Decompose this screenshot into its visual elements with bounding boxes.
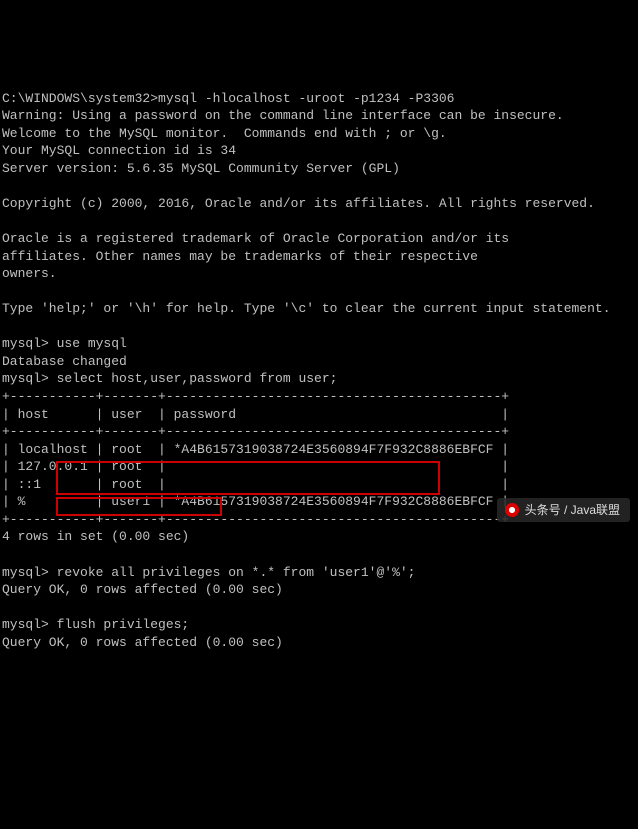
trademark-line-3: owners. xyxy=(2,266,57,281)
prompt-line[interactable]: C:\WINDOWS\system32>mysql -hlocalhost -u… xyxy=(2,91,454,106)
flush-line[interactable]: mysql> flush privileges; xyxy=(2,617,189,632)
mysql-prompt: mysql> xyxy=(2,565,49,580)
trademark-line-2: affiliates. Other names may be trademark… xyxy=(2,249,478,264)
db-changed-line: Database changed xyxy=(2,354,127,369)
trademark-line-1: Oracle is a registered trademark of Orac… xyxy=(2,231,509,246)
blank-line xyxy=(2,214,10,229)
table-border-bot: +-----------+-------+-------------------… xyxy=(2,512,509,527)
blank-line xyxy=(2,319,10,334)
revoke-line[interactable]: mysql> revoke all privileges on *.* from… xyxy=(2,565,415,580)
copyright-line: Copyright (c) 2000, 2016, Oracle and/or … xyxy=(2,196,595,211)
blank-line xyxy=(2,600,10,615)
rows-in-set-line: 4 rows in set (0.00 sec) xyxy=(2,529,189,544)
welcome-line: Welcome to the MySQL monitor. Commands e… xyxy=(2,126,447,141)
blank-line xyxy=(2,178,10,193)
use-command: use mysql xyxy=(49,336,127,351)
mysql-prompt: mysql> xyxy=(2,617,49,632)
table-row: | 127.0.0.1 | root | | xyxy=(2,459,509,474)
warning-line: Warning: Using a password on the command… xyxy=(2,108,564,123)
watermark-logo-icon xyxy=(505,503,519,517)
blank-line xyxy=(2,284,10,299)
watermark-text: 头条号 / Java联盟 xyxy=(525,502,620,518)
table-header: | host | user | password | xyxy=(2,407,509,422)
mysql-prompt: mysql> xyxy=(2,371,49,386)
table-row: | ::1 | root | | xyxy=(2,477,509,492)
select-line[interactable]: mysql> select host,user,password from us… xyxy=(2,371,337,386)
select-command: select host,user,password from user; xyxy=(49,371,338,386)
mysql-prompt: mysql> xyxy=(2,336,49,351)
query-ok-line: Query OK, 0 rows affected (0.00 sec) xyxy=(2,635,283,650)
table-border-mid: +-----------+-------+-------------------… xyxy=(2,424,509,439)
server-version-line: Server version: 5.6.35 MySQL Community S… xyxy=(2,161,400,176)
prompt-path: C:\WINDOWS\system32> xyxy=(2,91,158,106)
login-command: mysql -hlocalhost -uroot -p1234 -P3306 xyxy=(158,91,454,106)
blank-line xyxy=(2,547,10,562)
use-db-line[interactable]: mysql> use mysql xyxy=(2,336,127,351)
table-row: | % | user1 | *A4B6157319038724E3560894F… xyxy=(2,494,509,509)
revoke-command: revoke all privileges on *.* from 'user1… xyxy=(49,565,416,580)
help-line: Type 'help;' or '\h' for help. Type '\c'… xyxy=(2,301,611,316)
flush-command: flush privileges; xyxy=(49,617,189,632)
query-ok-line: Query OK, 0 rows affected (0.00 sec) xyxy=(2,582,283,597)
table-border-top: +-----------+-------+-------------------… xyxy=(2,389,509,404)
terminal-output: C:\WINDOWS\system32>mysql -hlocalhost -u… xyxy=(0,70,638,653)
connection-id-line: Your MySQL connection id is 34 xyxy=(2,143,236,158)
table-row: | localhost | root | *A4B6157319038724E3… xyxy=(2,442,509,457)
watermark: 头条号 / Java联盟 xyxy=(497,498,630,522)
